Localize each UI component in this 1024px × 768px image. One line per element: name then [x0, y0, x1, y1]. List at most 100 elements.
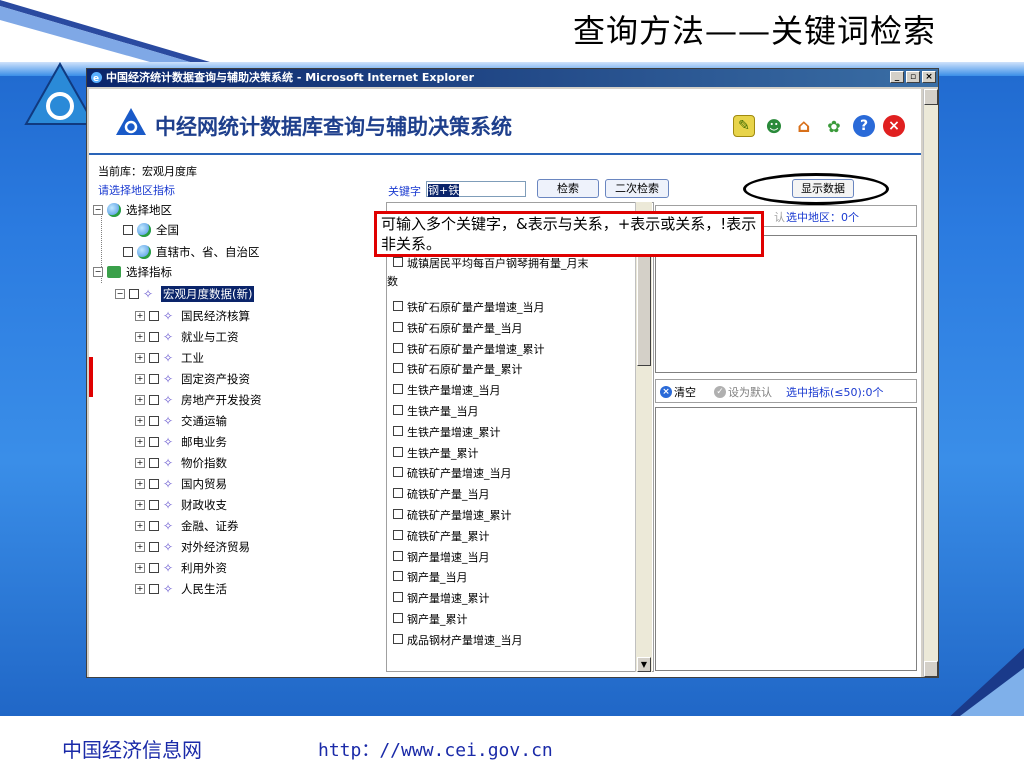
checkbox[interactable]	[149, 563, 159, 573]
set-default-button[interactable]: ✓ 设为默认	[714, 384, 772, 400]
tree-node-provinces[interactable]: 直辖市、省、自治区	[123, 243, 260, 261]
checkbox[interactable]	[149, 521, 159, 531]
tools-icon[interactable]: ✿	[823, 115, 845, 137]
selected-indicator-box[interactable]	[655, 407, 917, 671]
result-item[interactable]: 钢产量_累计	[393, 611, 468, 627]
expand-icon[interactable]: +	[135, 437, 145, 447]
tree-node-category[interactable]: + ✧ 金融、证券	[135, 517, 239, 535]
checkbox[interactable]	[393, 633, 403, 644]
result-item[interactable]: 生铁产量增速_当月	[393, 382, 501, 398]
collapse-icon[interactable]: −	[115, 289, 125, 299]
checkbox[interactable]	[393, 257, 403, 267]
checkbox[interactable]	[393, 571, 403, 582]
result-item[interactable]: 生铁产量_累计	[393, 445, 479, 461]
tree-node-category[interactable]: + ✧ 交通运输	[135, 412, 227, 430]
key-icon[interactable]: ✎	[733, 115, 755, 137]
result-item[interactable]: 城镇居民平均每百户钢琴拥有量_月末	[393, 255, 629, 271]
tree-node-category[interactable]: + ✧ 固定资产投资	[135, 370, 250, 388]
expand-icon[interactable]: +	[135, 416, 145, 426]
scroll-up-icon[interactable]	[924, 89, 938, 105]
maximize-button[interactable]: ▫	[906, 71, 920, 83]
expand-icon[interactable]: +	[135, 458, 145, 468]
checkbox[interactable]	[393, 613, 403, 623]
keyword-input[interactable]: 钢+铁	[426, 181, 526, 197]
checkbox[interactable]	[393, 592, 403, 603]
result-item[interactable]: 钢产量增速_当月	[393, 549, 490, 565]
result-item[interactable]: 硫铁矿产量_当月	[393, 486, 490, 502]
result-item[interactable]: 生铁产量增速_累计	[393, 424, 501, 440]
checkbox[interactable]	[393, 446, 403, 457]
checkbox[interactable]	[149, 353, 159, 363]
minimize-button[interactable]: _	[890, 71, 904, 83]
checkbox[interactable]	[393, 342, 403, 353]
expand-icon[interactable]: +	[135, 395, 145, 405]
result-item[interactable]: 钢产量_当月	[393, 569, 468, 585]
result-item[interactable]: 钢产量增速_累计	[393, 590, 490, 606]
result-item[interactable]: 硫铁矿产量增速_当月	[393, 465, 512, 481]
clear-button[interactable]: × 清空	[660, 384, 696, 400]
expand-icon[interactable]: +	[135, 311, 145, 321]
tree-node-category[interactable]: + ✧ 国民经济核算	[135, 307, 250, 325]
close-icon[interactable]: ×	[883, 115, 905, 137]
tree-node-indicator-root[interactable]: − 选择指标	[93, 263, 172, 281]
result-item[interactable]: 铁矿石原矿量产量_累计	[393, 361, 523, 377]
result-item[interactable]: 生铁产量_当月	[393, 403, 479, 419]
checkbox[interactable]	[149, 458, 159, 468]
checkbox[interactable]	[149, 437, 159, 447]
close-window-button[interactable]: ×	[922, 71, 936, 83]
checkbox[interactable]	[149, 311, 159, 321]
collapse-icon[interactable]: −	[93, 267, 103, 277]
tree-node-category[interactable]: + ✧ 就业与工资	[135, 328, 239, 346]
result-item[interactable]: 成品钢材产量增速_当月	[393, 632, 523, 648]
expand-icon[interactable]: +	[135, 563, 145, 573]
checkbox[interactable]	[393, 321, 403, 332]
tree-node-category[interactable]: + ✧ 人民生活	[135, 580, 227, 598]
checkbox[interactable]	[393, 301, 403, 311]
search-button[interactable]: 检索	[537, 179, 599, 198]
checkbox[interactable]	[393, 405, 403, 415]
tree-node-category[interactable]: + ✧ 国内贸易	[135, 475, 227, 493]
scroll-down-icon[interactable]: ▼	[637, 657, 651, 672]
expand-icon[interactable]: +	[135, 521, 145, 531]
checkbox[interactable]	[149, 542, 159, 552]
checkbox[interactable]	[129, 289, 139, 299]
tree-node-region-root[interactable]: − 选择地区	[93, 201, 172, 219]
tree-node-category[interactable]: + ✧ 财政收支	[135, 496, 227, 514]
expand-icon[interactable]: +	[135, 584, 145, 594]
result-item[interactable]: 硫铁矿产量_累计	[393, 528, 490, 544]
show-data-button[interactable]: 显示数据	[792, 179, 854, 198]
tree-node-category[interactable]: + ✧ 对外经济贸易	[135, 538, 250, 556]
checkbox[interactable]	[393, 529, 403, 540]
checkbox[interactable]	[393, 384, 403, 395]
tree-node-category[interactable]: + ✧ 工业	[135, 349, 204, 367]
users-icon[interactable]: ☻	[763, 115, 785, 137]
result-item[interactable]: 铁矿石原矿量产量增速_当月	[393, 299, 545, 315]
checkbox[interactable]	[393, 488, 403, 499]
checkbox[interactable]	[149, 395, 159, 405]
result-item[interactable]: 铁矿石原矿量产量增速_累计	[393, 341, 545, 357]
page-scrollbar[interactable]	[923, 89, 938, 677]
checkbox[interactable]	[149, 500, 159, 510]
checkbox[interactable]	[393, 363, 403, 374]
tree-node-category[interactable]: + ✧ 房地产开发投资	[135, 391, 262, 409]
scroll-down-icon[interactable]	[924, 661, 938, 677]
checkbox[interactable]	[149, 332, 159, 342]
results-scrollbar[interactable]: ▼	[635, 202, 652, 672]
help-icon[interactable]: ?	[853, 115, 875, 137]
checkbox[interactable]	[123, 225, 133, 235]
checkbox[interactable]	[149, 584, 159, 594]
home-icon[interactable]: ⌂	[793, 115, 815, 137]
tree-node-selected-db[interactable]: − ✧ 宏观月度数据(新)	[115, 285, 255, 303]
checkbox[interactable]	[393, 467, 403, 478]
result-item[interactable]: 铁矿石原矿量产量_当月	[393, 320, 523, 336]
checkbox[interactable]	[149, 479, 159, 489]
expand-icon[interactable]: +	[135, 353, 145, 363]
tree-node-category[interactable]: + ✧ 邮电业务	[135, 433, 227, 451]
tree-node-category[interactable]: + ✧ 物价指数	[135, 454, 227, 472]
tree-node-category[interactable]: + ✧ 利用外资	[135, 559, 227, 577]
expand-icon[interactable]: +	[135, 542, 145, 552]
tree-node-nation[interactable]: 全国	[123, 221, 179, 239]
second-search-button[interactable]: 二次检索	[605, 179, 669, 198]
checkbox[interactable]	[123, 247, 133, 257]
footer-url[interactable]: http：//www.cei.gov.cn	[318, 736, 553, 762]
